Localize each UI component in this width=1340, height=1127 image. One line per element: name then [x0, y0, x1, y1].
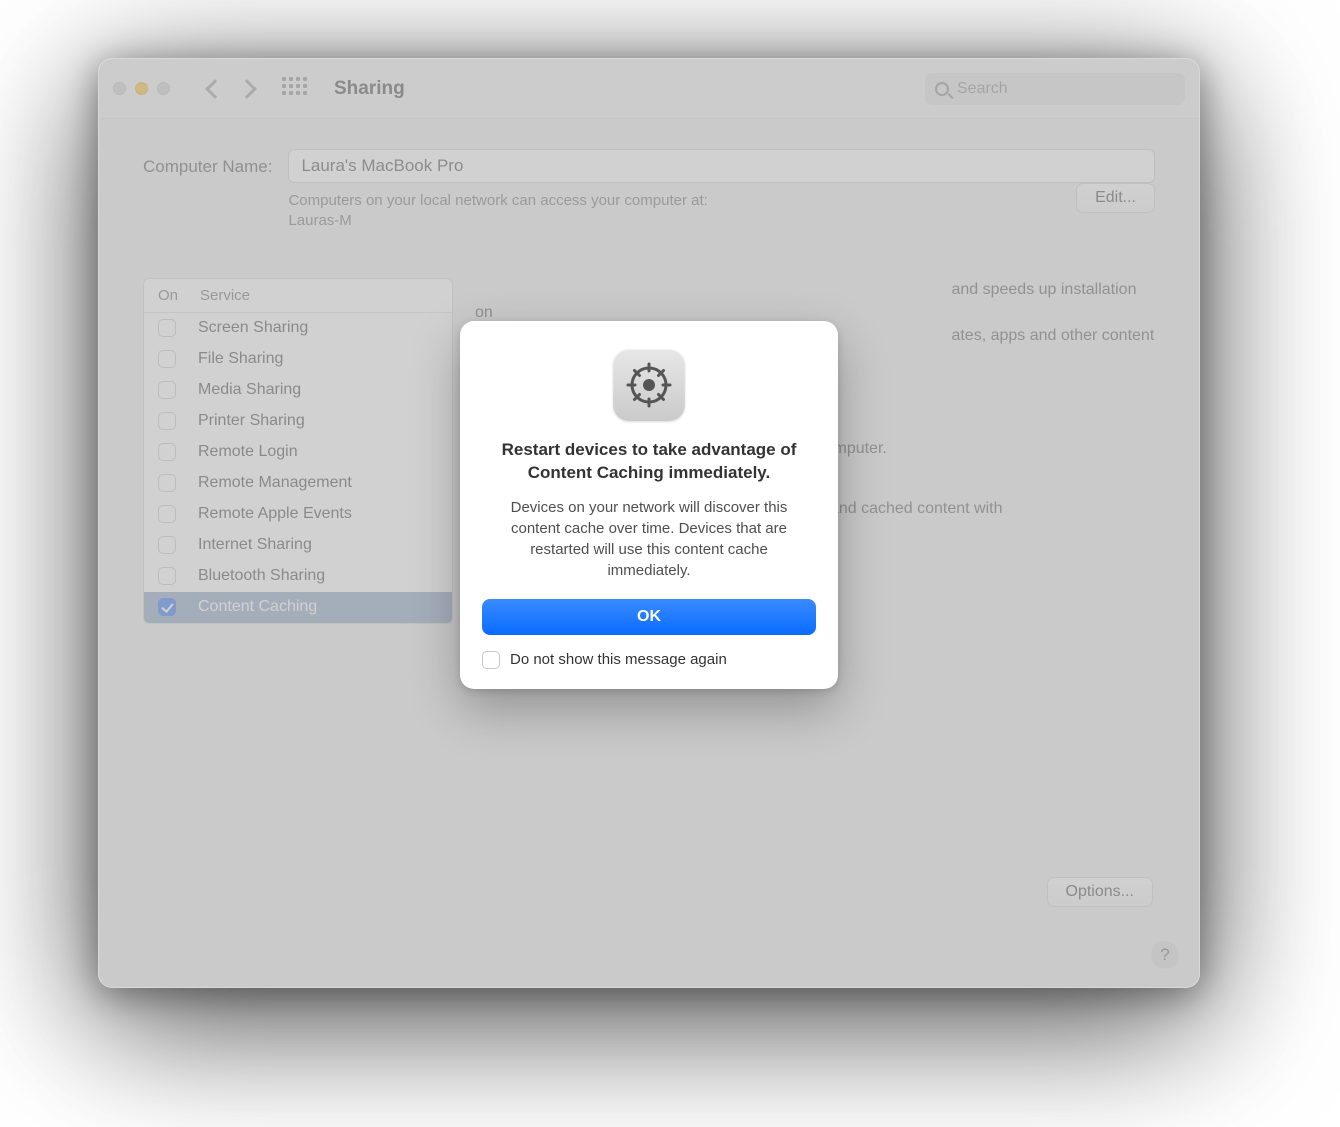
service-row[interactable]: Screen Sharing — [144, 313, 452, 344]
close-window-button[interactable] — [113, 82, 126, 95]
service-checkbox[interactable] — [158, 319, 176, 337]
search-placeholder: Search — [957, 80, 1008, 98]
computer-name-label: Computer Name: — [143, 149, 272, 177]
service-checkbox[interactable] — [158, 505, 176, 523]
service-label: Content Caching — [198, 598, 317, 616]
nav-buttons — [208, 82, 254, 96]
service-row[interactable]: Remote Login — [144, 437, 452, 468]
dialog-title: Restart devices to take advantage of Con… — [482, 439, 816, 485]
service-label: Printer Sharing — [198, 412, 305, 430]
service-checkbox[interactable] — [158, 474, 176, 492]
forward-button[interactable] — [237, 79, 257, 99]
service-checkbox[interactable] — [158, 443, 176, 461]
window-controls — [113, 82, 170, 95]
service-checkbox[interactable] — [158, 350, 176, 368]
services-table: On Service Screen Sharing File Sharing Med… — [143, 278, 453, 624]
search-icon — [935, 82, 949, 96]
service-label: Remote Login — [198, 443, 298, 461]
service-label: Internet Sharing — [198, 536, 312, 554]
help-button[interactable]: ? — [1151, 941, 1179, 969]
service-checkbox[interactable] — [158, 598, 176, 616]
edit-button[interactable]: Edit... — [1076, 183, 1155, 213]
dont-show-label: Do not show this message again — [510, 651, 727, 668]
services-table-header: On Service — [144, 279, 452, 313]
toolbar: Sharing Search — [99, 59, 1199, 119]
service-label: Media Sharing — [198, 381, 301, 399]
service-row[interactable]: Remote Apple Events — [144, 499, 452, 530]
service-row[interactable]: Media Sharing — [144, 375, 452, 406]
service-label: File Sharing — [198, 350, 283, 368]
search-input[interactable]: Search — [925, 73, 1185, 105]
service-checkbox[interactable] — [158, 536, 176, 554]
zoom-window-button[interactable] — [157, 82, 170, 95]
service-label: Screen Sharing — [198, 319, 308, 337]
all-preferences-icon[interactable] — [282, 77, 306, 101]
restart-devices-dialog: Restart devices to take advantage of Con… — [460, 321, 838, 689]
service-label: Remote Management — [198, 474, 352, 492]
computer-name-field[interactable]: Laura's MacBook Pro — [288, 149, 1155, 183]
computer-name-help: Computers on your local network can acce… — [288, 191, 707, 232]
service-row[interactable]: Remote Management — [144, 468, 452, 499]
service-row[interactable]: Internet Sharing — [144, 530, 452, 561]
minimize-window-button[interactable] — [135, 82, 148, 95]
service-row[interactable]: File Sharing — [144, 344, 452, 375]
service-row[interactable]: Printer Sharing — [144, 406, 452, 437]
service-checkbox[interactable] — [158, 567, 176, 585]
service-label: Bluetooth Sharing — [198, 567, 325, 585]
system-preferences-icon — [613, 349, 685, 421]
back-button[interactable] — [205, 79, 225, 99]
service-row[interactable]: Content Caching — [144, 592, 452, 623]
service-label: Remote Apple Events — [198, 505, 352, 523]
page-title: Sharing — [334, 78, 405, 100]
service-row[interactable]: Bluetooth Sharing — [144, 561, 452, 592]
service-checkbox[interactable] — [158, 381, 176, 399]
ok-button[interactable]: OK — [482, 599, 816, 635]
dont-show-checkbox[interactable] — [482, 651, 500, 669]
service-checkbox[interactable] — [158, 412, 176, 430]
preferences-window: Sharing Search Computer Name: Laura's Ma… — [98, 58, 1200, 988]
options-button[interactable]: Options... — [1047, 877, 1153, 907]
dialog-body: Devices on your network will discover th… — [482, 497, 816, 581]
